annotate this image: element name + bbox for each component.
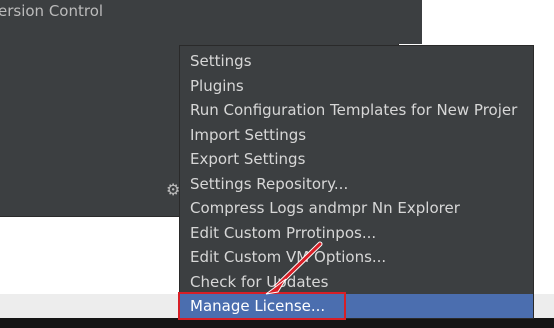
menu-item-check-for-updates[interactable]: Check for Updates	[180, 270, 533, 294]
menu-item-import-settings[interactable]: Import Settings	[180, 123, 533, 147]
ide-background-edge	[398, 0, 422, 44]
settings-context-menu: Settings Plugins Run Configuration Templ…	[179, 45, 534, 319]
menu-item-settings-repository[interactable]: Settings Repository...	[180, 172, 533, 196]
version-control-title: ersion Control	[0, 2, 104, 20]
menu-item-plugins[interactable]: Plugins	[180, 74, 533, 98]
menu-item-edit-custom-vm-options[interactable]: Edit Custom VM Options...	[180, 245, 533, 269]
menu-item-edit-custom-properties[interactable]: Edit Custom Prrotinpos...	[180, 221, 533, 245]
menu-item-export-settings[interactable]: Export Settings	[180, 147, 533, 171]
menu-item-settings[interactable]: Settings	[180, 49, 533, 73]
menu-item-manage-license[interactable]: Manage License...	[180, 294, 533, 318]
menu-item-compress-logs[interactable]: Compress Logs andmpr Nn Explorer	[180, 196, 533, 220]
bottom-border	[0, 318, 554, 328]
menu-item-run-configuration-templates[interactable]: Run Configuration Templates for New Proj…	[180, 98, 533, 122]
